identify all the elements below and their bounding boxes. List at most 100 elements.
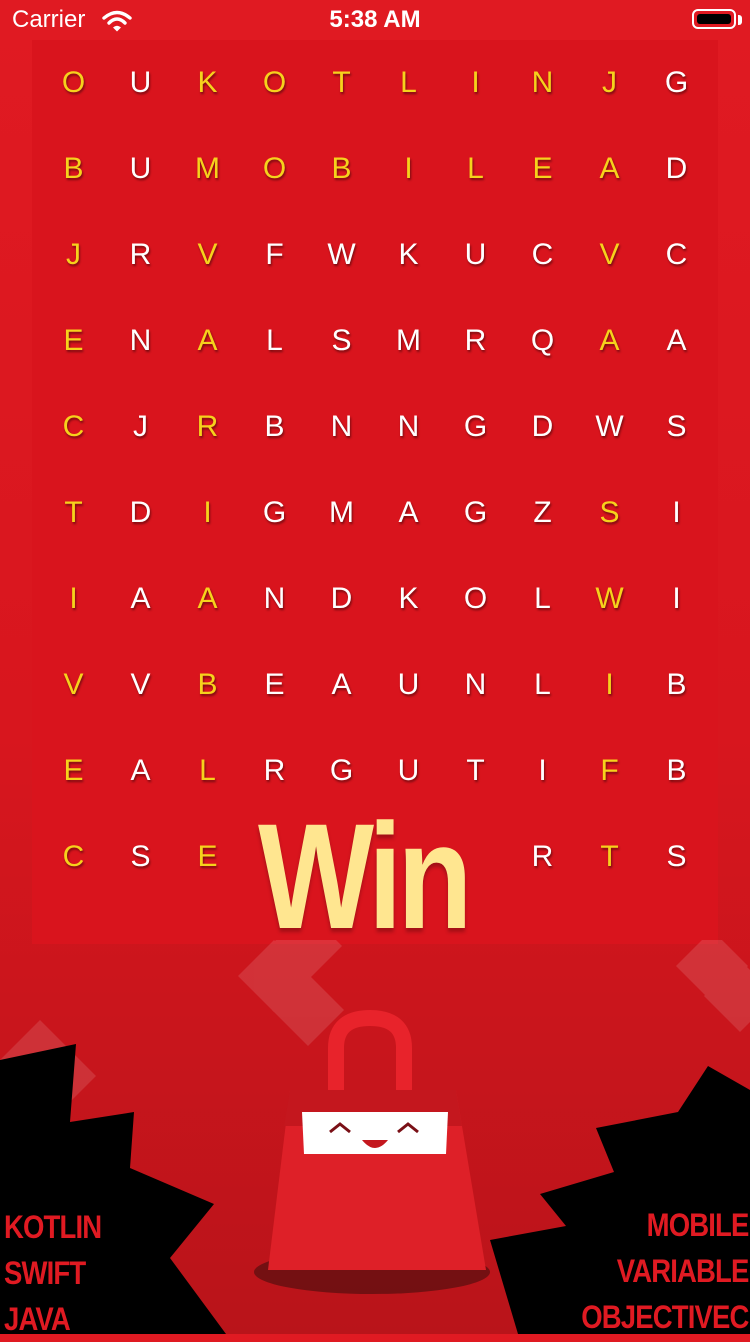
grid-cell[interactable]: B	[40, 126, 107, 212]
grid-cell[interactable]: L	[509, 642, 576, 728]
grid-cell[interactable]: A	[107, 728, 174, 814]
grid-cell[interactable]: F	[576, 728, 643, 814]
grid-cell[interactable]: V	[174, 212, 241, 298]
grid-cell[interactable]: O	[241, 126, 308, 212]
letter-grid[interactable]: OUKOTLINJGBUMOBILEADJRVFWKUCVCENALSMRQAA…	[40, 40, 710, 900]
grid-cell[interactable]: V	[107, 642, 174, 728]
grid-cell[interactable]: L	[174, 728, 241, 814]
target-word: JAVA	[4, 1301, 71, 1337]
grid-cell[interactable]: B	[643, 728, 710, 814]
grid-cell[interactable]: C	[643, 212, 710, 298]
shopping-bag-mascot-icon	[268, 1009, 486, 1270]
grid-cell[interactable]: B	[643, 642, 710, 728]
grid-cell[interactable]: S	[308, 298, 375, 384]
grid-cell[interactable]: J	[107, 384, 174, 470]
grid-cell[interactable]: L	[509, 556, 576, 642]
grid-cell[interactable]: B	[174, 642, 241, 728]
grid-cell[interactable]: C	[40, 814, 107, 900]
grid-cell[interactable]: M	[174, 126, 241, 212]
target-word: MOBILE	[646, 1207, 749, 1243]
grid-cell[interactable]: Z	[509, 470, 576, 556]
grid-cell[interactable]: G	[442, 470, 509, 556]
grid-cell[interactable]: I	[442, 40, 509, 126]
grid-cell[interactable]: B	[241, 384, 308, 470]
grid-cell[interactable]: G	[643, 40, 710, 126]
grid-cell[interactable]: I	[576, 642, 643, 728]
grid-cell[interactable]: N	[308, 384, 375, 470]
grid-cell[interactable]: D	[509, 384, 576, 470]
grid-cell[interactable]: A	[174, 556, 241, 642]
grid-cell[interactable]: R	[107, 212, 174, 298]
grid-cell[interactable]: M	[308, 470, 375, 556]
grid-cell[interactable]: O	[241, 40, 308, 126]
word-list-left: KOTLIN SWIFT JAVA	[4, 1204, 102, 1342]
grid-cell[interactable]: K	[375, 556, 442, 642]
grid-cell[interactable]: J	[576, 40, 643, 126]
grid-cell[interactable]: N	[442, 642, 509, 728]
grid-cell[interactable]: K	[174, 40, 241, 126]
grid-cell[interactable]: L	[241, 298, 308, 384]
grid-cell[interactable]: A	[308, 642, 375, 728]
grid-cell[interactable]: O	[442, 556, 509, 642]
grid-cell[interactable]: A	[576, 298, 643, 384]
grid-cell[interactable]: S	[576, 470, 643, 556]
grid-cell[interactable]: N	[509, 40, 576, 126]
grid-cell[interactable]: U	[442, 212, 509, 298]
grid-cell[interactable]: W	[576, 556, 643, 642]
grid-cell[interactable]: L	[375, 40, 442, 126]
grid-cell[interactable]: V	[40, 642, 107, 728]
word-list-right: MOBILE VARIABLE OBJECTIVEC	[580, 1202, 749, 1340]
grid-cell[interactable]: R	[442, 298, 509, 384]
grid-cell[interactable]: B	[308, 126, 375, 212]
grid-cell[interactable]: F	[241, 212, 308, 298]
grid-cell[interactable]: O	[40, 40, 107, 126]
grid-cell[interactable]: D	[308, 556, 375, 642]
grid-cell[interactable]: E	[509, 126, 576, 212]
grid-cell[interactable]: W	[576, 384, 643, 470]
grid-cell[interactable]: Q	[509, 298, 576, 384]
grid-cell[interactable]: N	[241, 556, 308, 642]
grid-cell[interactable]: R	[509, 814, 576, 900]
grid-cell[interactable]: E	[40, 728, 107, 814]
grid-cell[interactable]: I	[643, 470, 710, 556]
grid-cell[interactable]: R	[174, 384, 241, 470]
grid-cell[interactable]: S	[107, 814, 174, 900]
grid-cell[interactable]: A	[375, 470, 442, 556]
grid-cell[interactable]: V	[576, 212, 643, 298]
grid-cell[interactable]: W	[308, 212, 375, 298]
grid-cell[interactable]: C	[40, 384, 107, 470]
grid-cell[interactable]: D	[107, 470, 174, 556]
grid-cell[interactable]: S	[643, 814, 710, 900]
grid-cell[interactable]: D	[643, 126, 710, 212]
grid-cell[interactable]: N	[107, 298, 174, 384]
grid-cell[interactable]: E	[40, 298, 107, 384]
grid-cell[interactable]: G	[241, 470, 308, 556]
grid-cell[interactable]: G	[442, 384, 509, 470]
grid-cell[interactable]: E	[174, 814, 241, 900]
grid-cell[interactable]: I	[643, 556, 710, 642]
grid-cell[interactable]: U	[107, 40, 174, 126]
battery-tip	[738, 15, 742, 25]
grid-cell[interactable]: K	[375, 212, 442, 298]
grid-cell[interactable]: I	[40, 556, 107, 642]
grid-cell[interactable]: I	[174, 470, 241, 556]
grid-cell[interactable]: L	[442, 126, 509, 212]
grid-cell[interactable]: J	[40, 212, 107, 298]
grid-cell[interactable]: C	[509, 212, 576, 298]
grid-cell[interactable]: E	[241, 642, 308, 728]
grid-cell[interactable]: U	[107, 126, 174, 212]
grid-cell[interactable]: A	[576, 126, 643, 212]
grid-cell[interactable]: T	[40, 470, 107, 556]
grid-cell[interactable]: S	[643, 384, 710, 470]
grid-cell[interactable]: T	[576, 814, 643, 900]
grid-cell[interactable]: I	[509, 728, 576, 814]
target-word: OBJECTIVEC	[580, 1299, 749, 1335]
grid-cell[interactable]: U	[375, 642, 442, 728]
grid-cell[interactable]: A	[107, 556, 174, 642]
grid-cell[interactable]: A	[174, 298, 241, 384]
grid-cell[interactable]: A	[643, 298, 710, 384]
grid-cell[interactable]: N	[375, 384, 442, 470]
grid-cell[interactable]: T	[308, 40, 375, 126]
grid-cell[interactable]: M	[375, 298, 442, 384]
grid-cell[interactable]: I	[375, 126, 442, 212]
